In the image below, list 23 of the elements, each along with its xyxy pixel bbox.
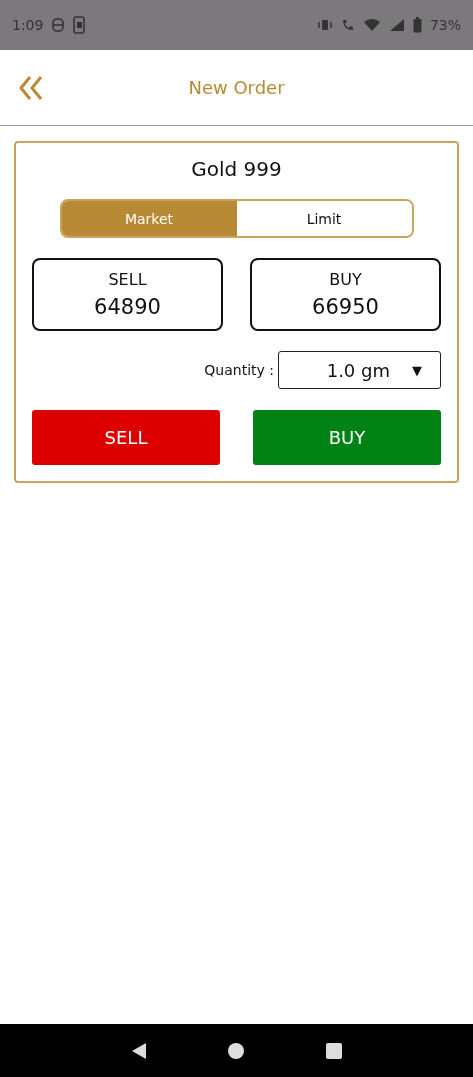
call-icon [340,18,355,32]
battery-percentage: 73% [429,17,461,33]
price-value: 64890 [94,295,161,319]
back-icon[interactable] [130,1041,147,1060]
signal-icon [388,18,405,32]
phone-icon [73,16,86,34]
status-time: 1:09 [12,17,44,33]
quantity-dropdown[interactable]: 1.0 gm ▼ [278,351,441,389]
vibrate-icon [316,18,333,32]
order-type-tab[interactable]: Market [61,201,237,236]
buy-button[interactable]: BUY [253,410,441,465]
double-chevron-left-icon[interactable] [18,74,44,101]
quantity-label: Quantity : [204,362,274,378]
price-label: BUY [329,270,362,289]
page-title: New Order [188,77,285,98]
sell-button[interactable]: SELL [32,410,220,465]
price-label: SELL [108,270,147,289]
instrument-name: Gold 999 [191,157,282,181]
price-value: 66950 [312,295,379,319]
battery-icon [412,17,422,33]
recents-icon[interactable] [326,1042,343,1059]
wifi-icon [362,18,381,32]
home-icon[interactable] [228,1042,245,1059]
